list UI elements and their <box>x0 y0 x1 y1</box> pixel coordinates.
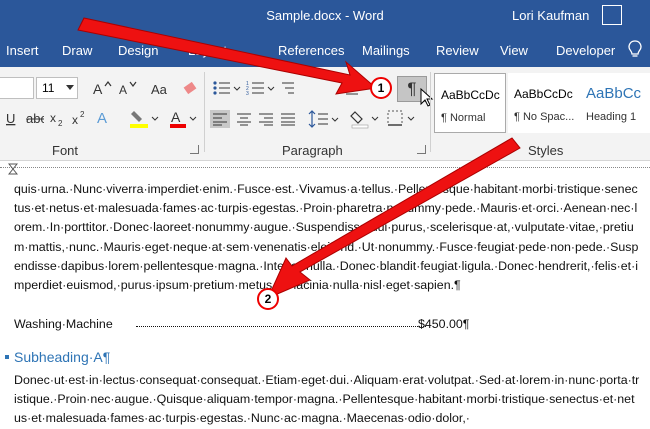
tab-view[interactable]: View <box>500 43 528 58</box>
group-divider <box>430 72 431 152</box>
svg-text:A: A <box>171 109 181 125</box>
svg-text:A: A <box>119 83 127 96</box>
ribbon-display-options-button[interactable] <box>602 5 622 25</box>
tab-layout[interactable]: Layout <box>188 43 227 58</box>
font-size-box[interactable]: 11 <box>36 77 78 99</box>
document-page[interactable]: quis·urna.·Nunc·viverra·imperdiet·enim.·… <box>0 177 650 425</box>
subheading-text: Subheading·A¶ <box>14 349 111 365</box>
svg-text:Aa: Aa <box>151 82 168 96</box>
tab-mailings[interactable]: Mailings <box>362 43 410 58</box>
tab-developer[interactable]: Developer <box>556 43 615 58</box>
tab-review[interactable]: Review <box>436 43 479 58</box>
svg-text:x: x <box>50 111 56 125</box>
ribbon-tabs: Insert Draw Design Layout References Mai… <box>0 33 650 67</box>
group-divider <box>204 72 205 152</box>
svg-text:2: 2 <box>58 119 63 128</box>
chevron-down-icon <box>66 85 74 90</box>
shading-icon[interactable] <box>350 108 382 130</box>
align-right-icon[interactable] <box>256 110 276 128</box>
paragraph-dialog-launcher-icon[interactable] <box>417 145 426 154</box>
tab-draw[interactable]: Draw <box>62 43 92 58</box>
underline-icon[interactable]: U <box>4 110 18 128</box>
numbering-icon[interactable]: 1 2 3 <box>246 80 276 96</box>
bullets-icon[interactable] <box>212 80 242 96</box>
font-size-value: 11 <box>42 81 55 95</box>
style-name: ¶ Normal <box>441 112 486 124</box>
font-name-box[interactable] <box>0 77 34 99</box>
annotation-badge-2: 2 <box>257 288 279 310</box>
tab-references[interactable]: References <box>278 43 344 58</box>
paragraph-group-label: Paragraph <box>282 143 343 158</box>
item-price: $450.00¶ <box>418 317 470 331</box>
tab-insert[interactable]: Insert <box>6 43 39 58</box>
mouse-cursor-icon <box>420 88 434 107</box>
clear-formatting-icon[interactable] <box>182 80 200 96</box>
horizontal-ruler[interactable] <box>0 161 650 177</box>
font-group-label: Font <box>52 143 79 158</box>
style-name: Heading 1 <box>586 111 637 123</box>
body-paragraph[interactable]: Donec·ut·est·in·lectus·consequat·consequ… <box>14 371 640 429</box>
tell-me-lightbulb-icon[interactable] <box>628 40 642 58</box>
styles-gallery: AaBbCcDc ¶ Normal AaBbCcDc ¶ No Spac... … <box>434 73 650 135</box>
subheading[interactable]: Subheading·A¶ <box>5 349 111 365</box>
change-case-icon[interactable]: Aa <box>150 80 172 96</box>
font-dialog-launcher-icon[interactable] <box>190 145 199 154</box>
font-color-icon[interactable]: A <box>168 108 200 130</box>
line-spacing-icon[interactable] <box>308 109 340 129</box>
ruler-track <box>0 167 650 172</box>
svg-text:3: 3 <box>246 91 249 96</box>
align-center-icon[interactable] <box>234 110 254 128</box>
sort-icon[interactable] <box>344 80 366 96</box>
style-name: ¶ No Spac... <box>514 111 575 123</box>
item-name: Washing·Machine <box>14 317 113 331</box>
subscript-icon[interactable]: x 2 <box>50 110 66 128</box>
align-left-icon[interactable] <box>210 110 230 128</box>
title-bar: Sample.docx - Word Lori Kaufman <box>0 0 650 33</box>
highlight-color-icon[interactable] <box>128 108 160 130</box>
svg-text:A: A <box>97 110 107 127</box>
text-effects-icon[interactable]: A <box>96 108 118 128</box>
svg-text:U: U <box>6 111 15 126</box>
justify-icon[interactable] <box>278 110 298 128</box>
shrink-font-icon[interactable]: A <box>118 80 140 96</box>
dot-leader <box>136 326 426 327</box>
tab-design[interactable]: Design <box>118 43 158 58</box>
grow-font-icon[interactable]: A <box>92 80 114 96</box>
superscript-icon[interactable]: x 2 <box>72 110 88 128</box>
multilevel-list-icon[interactable] <box>280 80 302 96</box>
svg-text:A: A <box>93 81 103 96</box>
style-no-spacing[interactable]: AaBbCcDc ¶ No Spac... <box>508 73 580 133</box>
style-normal[interactable]: AaBbCcDc ¶ Normal <box>434 73 506 133</box>
annotation-badge-1: 1 <box>370 77 392 99</box>
pilcrow-icon: ¶ <box>407 79 417 98</box>
left-indent-marker-icon[interactable] <box>8 163 18 175</box>
style-sample: AaBbCc <box>586 85 642 102</box>
body-paragraph[interactable]: quis·urna.·Nunc·viverra·imperdiet·enim.·… <box>14 180 640 295</box>
styles-group-label: Styles <box>528 143 564 158</box>
user-name[interactable]: Lori Kaufman <box>512 8 589 23</box>
svg-text:2: 2 <box>80 110 85 119</box>
strikethrough-icon[interactable]: abc <box>26 110 44 128</box>
style-heading-1[interactable]: AaBbCc Heading 1 <box>580 73 650 133</box>
heading-marker <box>5 355 9 359</box>
style-sample: AaBbCcDc <box>441 88 500 102</box>
borders-icon[interactable] <box>386 108 418 130</box>
style-sample: AaBbCcDc <box>514 87 573 101</box>
svg-text:x: x <box>72 113 78 127</box>
